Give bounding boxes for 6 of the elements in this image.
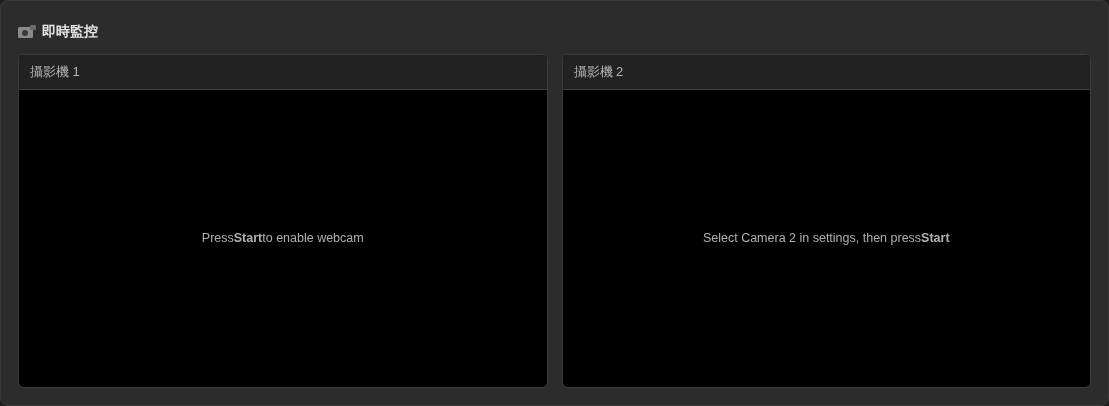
- camera-title: 攝影機 1: [30, 63, 80, 82]
- panel-title: 即時監控: [42, 22, 98, 41]
- camera-message: Select Camera 2 in settings, then pressStart: [702, 230, 950, 248]
- camera-message: PressStartto enable webcam: [201, 230, 364, 248]
- camera-icon: [18, 24, 36, 39]
- camera-title: 攝影機 2: [573, 63, 624, 82]
